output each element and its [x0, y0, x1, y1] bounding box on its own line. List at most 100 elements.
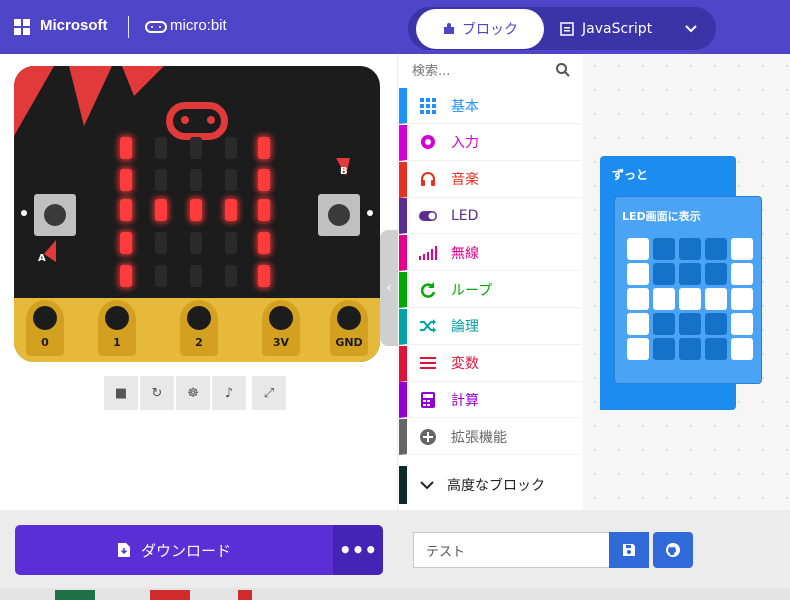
toolbox-category[interactable]: 変数 [399, 345, 581, 382]
led-toggle-cell[interactable] [627, 313, 649, 335]
plus-circle-icon [417, 426, 439, 448]
list-icon [417, 352, 439, 374]
led-toggle-cell[interactable] [653, 338, 675, 360]
led-toggle-cell[interactable] [627, 238, 649, 260]
toolbox-category-label: 音楽 [451, 172, 479, 189]
excel-taskbar-icon[interactable] [55, 590, 95, 600]
save-button[interactable] [609, 532, 649, 568]
led-toggle-cell[interactable] [679, 288, 701, 310]
led-0-4 [258, 137, 270, 159]
led-2-4 [258, 199, 270, 221]
led-toggle-cell[interactable] [705, 313, 727, 335]
led-toggle-cell[interactable] [705, 338, 727, 360]
collapse-simulator-icon[interactable]: ‹ [380, 230, 398, 346]
loop-icon [417, 279, 439, 301]
pdf-taskbar-icon[interactable] [150, 590, 190, 600]
more-options-button[interactable]: ••• [333, 525, 383, 575]
led-toggle-cell[interactable] [679, 313, 701, 335]
led-toggle-cell[interactable] [627, 263, 649, 285]
tab-javascript-label: JavaScript [582, 21, 653, 37]
led-toggle-cell[interactable] [653, 313, 675, 335]
led-toggle-cell[interactable] [731, 313, 753, 335]
taskbar [0, 588, 790, 600]
toolbox-category[interactable]: 計算 [399, 382, 581, 419]
led-toggle-cell[interactable] [627, 288, 649, 310]
toolbox-category[interactable]: 拡張機能 [399, 419, 581, 456]
led-toggle-cell[interactable] [679, 338, 701, 360]
project-name-input[interactable] [413, 532, 609, 568]
led-toggle-cell[interactable] [653, 263, 675, 285]
tab-blocks[interactable]: ブロック [416, 9, 544, 49]
tab-javascript[interactable]: JavaScript [560, 9, 670, 49]
led-toggle-cell[interactable] [705, 288, 727, 310]
github-button[interactable] [653, 532, 693, 568]
led-4-4 [258, 265, 270, 287]
led-3-4 [258, 232, 270, 254]
toolbox-category[interactable]: 入力 [399, 124, 581, 161]
led-toggle-cell[interactable] [705, 263, 727, 285]
microsoft-brand[interactable]: Microsoft [40, 17, 108, 34]
led-3-0 [120, 232, 132, 254]
led-1-0 [120, 169, 132, 191]
led-toggle-cell[interactable] [731, 238, 753, 260]
led-3-3 [225, 232, 237, 254]
led-3-1 [155, 232, 167, 254]
signal-icon [417, 242, 439, 264]
button-a[interactable] [34, 194, 76, 236]
board-right-dot [367, 210, 373, 216]
advanced-label: 高度なブロック [447, 478, 545, 494]
tab-blocks-label: ブロック [462, 22, 518, 38]
pin-label: 1 [113, 336, 121, 349]
microbit-brand[interactable]: micro:bit [170, 17, 227, 34]
toolbox-category-label: 計算 [451, 392, 479, 409]
search-icon[interactable] [555, 62, 571, 78]
stop-icon[interactable]: ■ [104, 376, 138, 410]
toolbox-category[interactable]: LED [399, 198, 581, 235]
sound-icon[interactable]: ♪ [212, 376, 246, 410]
debug-icon[interactable]: ☸ [176, 376, 210, 410]
headphones-icon [417, 168, 439, 190]
fullscreen-icon[interactable]: ⤢ [252, 376, 286, 410]
circle-icon [417, 131, 439, 153]
board-left-dot [21, 210, 27, 216]
led-2-1 [155, 199, 167, 221]
shuffle-icon [417, 315, 439, 337]
led-toggle-cell[interactable] [731, 288, 753, 310]
microbit-logo-icon[interactable] [145, 21, 167, 33]
led-toggle-cell[interactable] [679, 263, 701, 285]
led-toggle-cell[interactable] [653, 288, 675, 310]
button-a-label: A [38, 253, 46, 264]
toolbox-category[interactable]: 論理 [399, 308, 581, 345]
toggle-icon [417, 205, 439, 227]
toolbox-category[interactable]: 無線 [399, 235, 581, 272]
led-0-3 [225, 137, 237, 159]
led-1-3 [225, 169, 237, 191]
search-input[interactable] [400, 56, 580, 86]
microsoft-logo-icon[interactable] [14, 19, 30, 35]
js-file-icon [560, 22, 574, 36]
puzzle-piece-icon [444, 23, 454, 34]
restart-icon[interactable]: ↻ [140, 376, 174, 410]
toolbox-category[interactable]: 音楽 [399, 161, 581, 198]
led-toggle-cell[interactable] [731, 263, 753, 285]
chevron-down-icon[interactable] [678, 16, 704, 42]
led-0-1 [155, 137, 167, 159]
download-button[interactable]: ダウンロード [15, 525, 333, 575]
led-0-2 [190, 137, 202, 159]
toolbox-category[interactable]: 基本 [399, 88, 581, 124]
github-icon [666, 543, 680, 557]
led-toggle-cell[interactable] [705, 238, 727, 260]
show-leds-label: LED画面に表示 [622, 210, 701, 223]
button-b[interactable] [318, 194, 360, 236]
led-toggle-cell[interactable] [627, 338, 649, 360]
led-4-1 [155, 265, 167, 287]
toolbox-category[interactable]: ループ [399, 272, 581, 308]
microbit-face-logo[interactable] [166, 102, 228, 140]
app-taskbar-icon[interactable] [238, 590, 252, 600]
led-toggle-cell[interactable] [653, 238, 675, 260]
save-icon [623, 544, 635, 556]
header-divider [128, 16, 129, 38]
led-toggle-cell[interactable] [679, 238, 701, 260]
led-toggle-cell[interactable] [731, 338, 753, 360]
advanced-blocks[interactable]: 高度なブロック [399, 466, 581, 504]
